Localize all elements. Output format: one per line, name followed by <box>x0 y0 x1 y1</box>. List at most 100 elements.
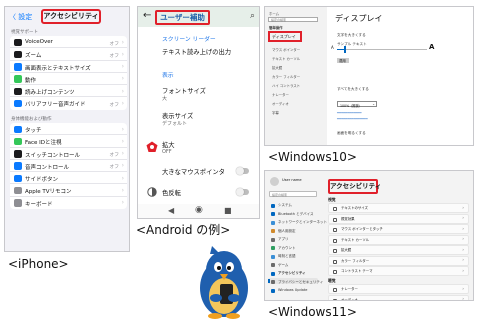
brightness-title: 画面を明るくする <box>337 131 366 135</box>
win11-sidebar-item[interactable]: システム <box>278 203 292 208</box>
setting-label: Face IDと注視 <box>25 140 62 147</box>
apply-button[interactable]: 適用 <box>337 58 349 63</box>
settings-row[interactable]: Face IDと注視 › <box>10 135 127 148</box>
win10-sidebar-item[interactable]: カラー フィルター <box>272 74 300 79</box>
win11-sidebar-item[interactable]: プライバシーとセキュリティ <box>278 280 323 285</box>
setting-value: オフ <box>109 53 119 59</box>
win10-home[interactable]: ホーム <box>269 11 279 16</box>
settings-card[interactable]: 視覚効果 › <box>328 213 469 224</box>
nav-recent-icon[interactable]: ■ <box>224 206 232 215</box>
card-icon <box>333 238 337 243</box>
settings-row[interactable]: 画面表示とテキストサイズ › <box>10 61 127 73</box>
win10-sidebar-item[interactable]: ナレーター <box>272 92 289 97</box>
settings-row[interactable]: Apple TVリモコン › <box>10 184 127 197</box>
nav-home-icon[interactable]: ◉ <box>195 205 203 215</box>
search-icon[interactable]: ⌕ <box>250 11 255 21</box>
setting-label: 画面表示とテキストサイズ <box>25 65 91 72</box>
text-size-slider-track <box>337 49 427 50</box>
win10-sidebar-item[interactable]: マウス ポインター <box>272 47 300 52</box>
setting-icon <box>14 199 22 207</box>
card-icon <box>333 270 337 274</box>
sidebar-item-icon <box>271 263 275 267</box>
win10-link-2[interactable]: ━━━━━━━━━━━━━━━ <box>337 117 368 121</box>
win10-sidebar-item[interactable]: オーディオ <box>272 101 289 106</box>
win11-sidebar: User name 設定の検索 システム Bluetooth とデバイス ネットワー… <box>265 171 327 300</box>
large-pointer-toggle[interactable] <box>236 167 249 175</box>
android-caption: <Android の例> <box>136 223 231 237</box>
chevron-right-icon: › <box>462 268 464 274</box>
setting-icon <box>14 75 22 83</box>
settings-row[interactable]: 音声コントロール オフ › <box>10 160 127 173</box>
sidebar-item-icon <box>271 229 275 233</box>
settings-row[interactable]: バリアフリー音声ガイド オフ › <box>10 97 127 109</box>
win10-sidebar-item[interactable]: ハイ コントラスト <box>272 83 300 88</box>
magnify-value: OFF <box>162 149 172 155</box>
magnify-item[interactable]: 拡大 <box>162 140 175 149</box>
win10-sidebar-item[interactable]: 字幕 <box>272 110 279 115</box>
settings-row[interactable]: 動作 › <box>10 73 127 86</box>
win11-sidebar-item[interactable]: Windows Update <box>278 288 307 292</box>
settings-row[interactable]: ズーム オフ › <box>10 48 127 61</box>
win11-sidebar-item[interactable]: アカウント <box>278 246 296 251</box>
chevron-right-icon: › <box>121 50 124 58</box>
win11-sidebar-item[interactable]: ネットワークとインターネット <box>278 220 327 225</box>
setting-value: オフ <box>109 41 119 47</box>
win10-link-1[interactable]: ━━━━━━━━━━━━ <box>337 111 362 115</box>
chevron-right-icon: › <box>462 297 464 301</box>
chevron-right-icon: › <box>121 162 124 170</box>
win10-sidebar-display[interactable]: ディスプレイ <box>272 34 296 40</box>
scale-dropdown[interactable]: 100%（推奨） ⌄ <box>337 101 377 108</box>
windows11-screenshot: User name 設定の検索 システム Bluetooth とデバイス ネットワー… <box>264 170 474 301</box>
win11-sidebar-item[interactable]: アプリ <box>278 237 289 242</box>
chevron-right-icon: › <box>121 38 124 46</box>
settings-card[interactable]: テキスト カーソル › <box>328 234 469 245</box>
display-size-item[interactable]: 表示サイズ <box>162 111 193 120</box>
card-icon <box>333 228 337 232</box>
back-arrow-icon[interactable]: ← <box>143 10 151 21</box>
win11-sidebar-item[interactable]: 時刻と言語 <box>278 254 296 259</box>
setting-label: タッチ <box>25 128 42 134</box>
settings-row[interactable]: VoiceOver オフ › <box>10 36 127 49</box>
chevron-right-icon: › <box>121 199 124 207</box>
setting-label: スイッチコントロール <box>25 152 81 159</box>
back-button[interactable]: 〈 設定 <box>9 12 32 22</box>
settings-card[interactable]: テキストのサイズ › <box>328 203 469 213</box>
settings-row[interactable]: スイッチコントロール オフ › <box>10 148 127 160</box>
chevron-right-icon: › <box>462 205 464 211</box>
win11-title: アクセシビリティ <box>330 182 382 190</box>
text-size-slider-thumb[interactable] <box>344 46 346 53</box>
win10-heading: ディスプレイ <box>335 14 383 23</box>
settings-card[interactable]: カラー フィルター › <box>328 255 469 266</box>
color-inversion-toggle[interactable] <box>236 188 249 196</box>
setting-value: オフ <box>109 153 119 159</box>
win11-sidebar-item[interactable]: 個人用設定 <box>278 229 296 234</box>
win10-search-input[interactable]: 設定の検索 <box>268 17 318 22</box>
win11-sidebar-item[interactable]: Bluetooth とデバイス <box>278 212 314 217</box>
font-size-item[interactable]: フォントサイズ <box>162 86 206 95</box>
card-label: テキスト カーソル <box>341 237 370 242</box>
settings-row[interactable]: サイドボタン › <box>10 172 127 185</box>
setting-icon <box>14 63 22 71</box>
windows10-screenshot: ホーム 設定の検索 簡単操作 ディスプレイ マウス ポインター テキスト カーソル… <box>264 6 474 146</box>
win10-sidebar-item[interactable]: 拡大鏡 <box>272 65 282 70</box>
nav-back-icon[interactable]: ◀ <box>168 206 174 215</box>
win11-sidebar-item[interactable]: アクセシビリティ <box>278 271 306 276</box>
win10-sidebar-item[interactable]: テキスト カーソル <box>272 56 300 61</box>
settings-card[interactable]: マウス ポインターとタッチ › <box>328 224 469 234</box>
settings-row[interactable]: キーボード › <box>10 197 127 209</box>
settings-row[interactable]: タッチ › <box>10 123 127 136</box>
settings-card[interactable]: ナレーター › <box>328 284 469 294</box>
win11-search-input[interactable]: 設定の検索 <box>269 191 317 197</box>
settings-card[interactable]: コントラスト テーマ › <box>328 266 469 276</box>
win11-search-placeholder: 設定の検索 <box>272 192 288 197</box>
chevron-down-icon: ⌄ <box>372 102 375 106</box>
settings-row[interactable]: 読み上げコンテンツ › <box>10 85 127 98</box>
chevron-right-icon: › <box>121 99 124 107</box>
win11-sidebar-item[interactable]: ゲーム <box>278 263 288 268</box>
setting-label: Apple TVリモコン <box>25 189 72 196</box>
settings-card[interactable]: 拡大鏡 › <box>328 245 469 255</box>
tts-output-item[interactable]: テキスト読み上げの出力 <box>162 47 231 56</box>
iphone-title: アクセシビリティ <box>43 12 99 20</box>
android-nav-bar: ◀ ◉ ■ <box>138 204 259 218</box>
settings-card[interactable]: オーディオ › <box>328 294 469 301</box>
